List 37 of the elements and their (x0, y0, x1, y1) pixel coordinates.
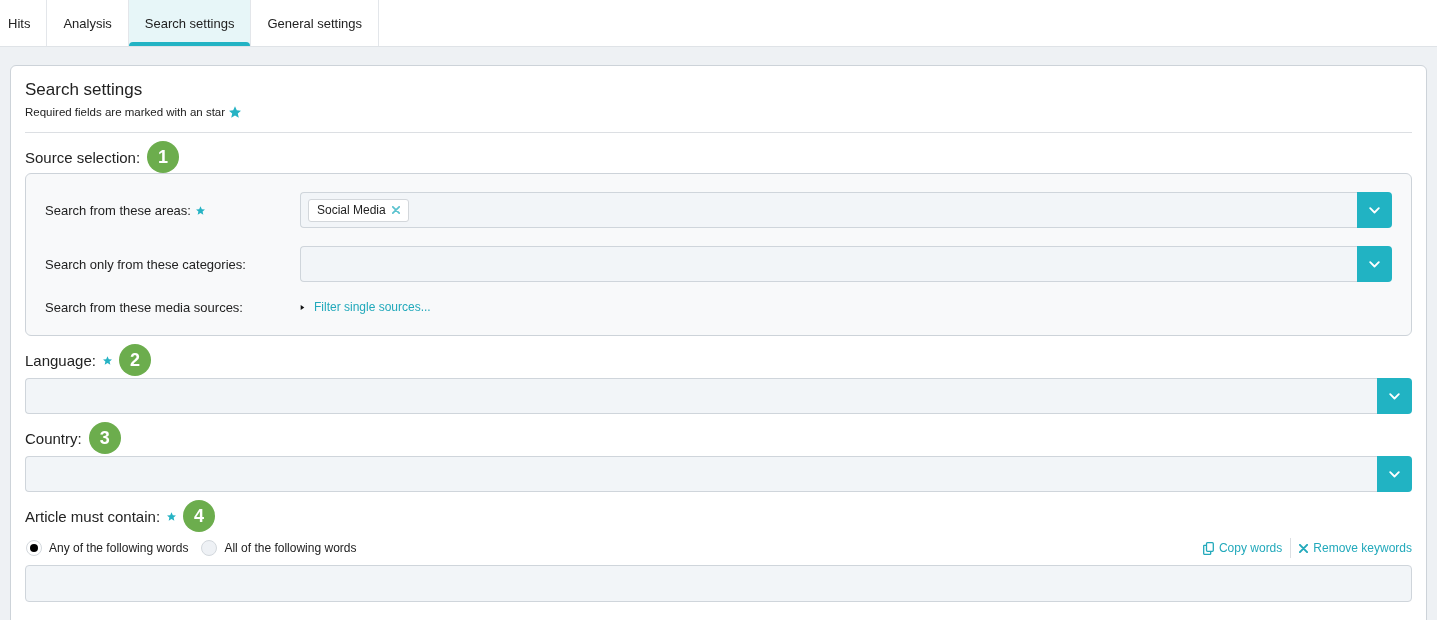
tab[interactable]: Search settings (128, 0, 252, 46)
panel-title: Search settings (25, 79, 144, 101)
step-badge: 1 (147, 141, 180, 173)
copy-icon (1202, 541, 1214, 555)
caret-icon[interactable] (300, 303, 305, 311)
select-field[interactable] (25, 456, 1377, 492)
field-label: Search from these media sources: (45, 299, 243, 315)
close-icon (1299, 543, 1309, 553)
field-label: Search from these areas: (45, 202, 191, 218)
tag-label: Social Media (317, 203, 386, 217)
select-field[interactable] (25, 378, 1377, 414)
radio-label[interactable]: All of the following words (224, 541, 357, 555)
radio-label[interactable]: Any of the following words (49, 541, 189, 555)
select-field[interactable] (300, 246, 1357, 282)
star-icon (229, 106, 242, 118)
dropdown-button[interactable] (1377, 378, 1412, 414)
step-badge: 4 (183, 500, 216, 532)
remove-icon[interactable] (391, 206, 400, 214)
field-label: Search only from these categories: (45, 256, 246, 272)
dropdown-button[interactable] (1377, 456, 1412, 492)
select-field[interactable]: Social Media (300, 192, 1357, 228)
chevron-down-icon (1389, 470, 1400, 478)
radio-button[interactable] (201, 540, 218, 556)
keywords-input[interactable] (25, 565, 1412, 602)
step-badge: 2 (118, 344, 151, 376)
section-label: Language: (25, 351, 96, 369)
dropdown-button[interactable] (1357, 246, 1392, 282)
step-badge: 3 (88, 422, 121, 454)
chevron-down-icon (1369, 206, 1380, 214)
section-label: Source selection: (25, 148, 141, 166)
dropdown-button[interactable] (1357, 192, 1392, 228)
section-label: Article must contain: (25, 507, 161, 525)
section-label: Country: (25, 429, 82, 447)
required-note: Required fields are marked with an star (25, 105, 226, 119)
chevron-down-icon (1389, 392, 1400, 400)
radio-button[interactable] (26, 540, 42, 556)
chevron-down-icon (1369, 260, 1380, 268)
